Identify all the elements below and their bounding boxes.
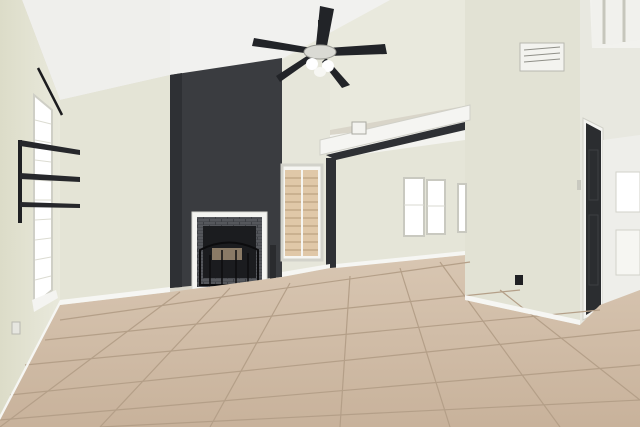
window-main: [280, 163, 324, 262]
room-photo: [0, 0, 640, 427]
room-illustration: [0, 0, 640, 427]
back-wall-left: [60, 75, 170, 305]
door-icon: [582, 117, 604, 321]
outlet: [515, 275, 523, 285]
